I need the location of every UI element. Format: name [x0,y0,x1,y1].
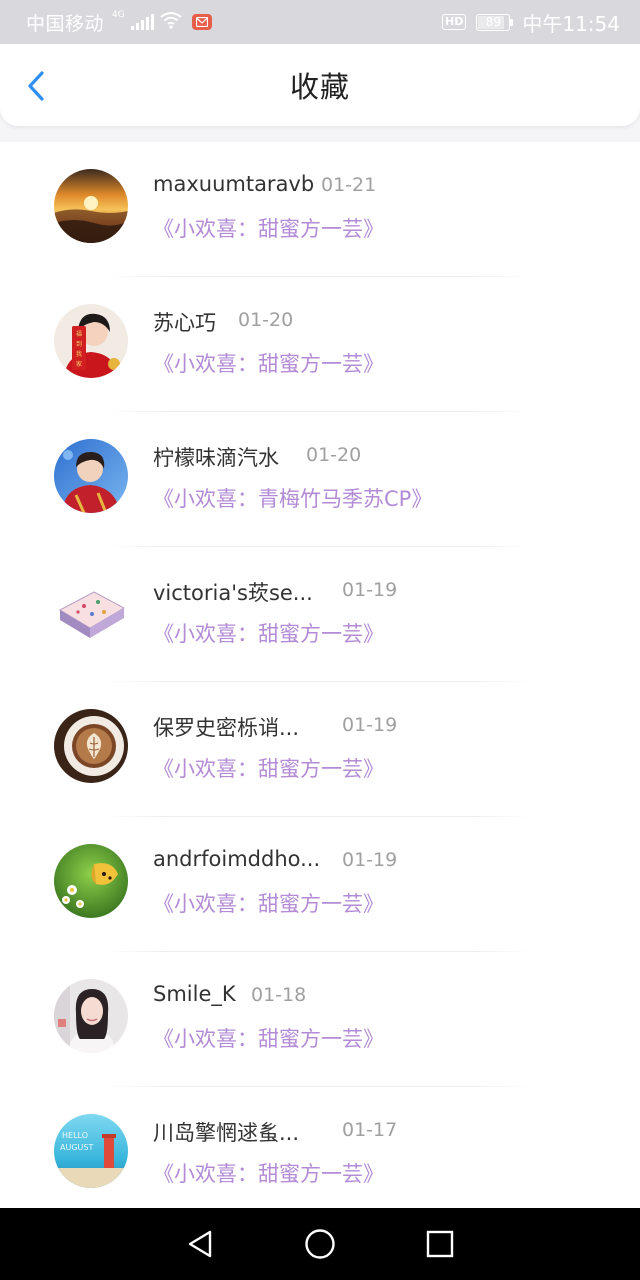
favorite-date: 01-18 [251,984,307,1006]
author-name: 保罗史密栎诮... [153,716,300,740]
author-name: maxuumtaravb [153,172,315,196]
beach-sign-line1: HELLO [62,1131,88,1140]
favorite-item[interactable]: maxuumtaravb 01-21 《小欢喜：甜蜜方一芸》 [0,142,640,277]
nav-back-button[interactable] [178,1222,222,1266]
favorite-item[interactable]: victoria's莰se... 01-19 《小欢喜：甜蜜方一芸》 [0,547,640,682]
recents-square-icon [426,1230,454,1258]
favorite-date: 01-19 [342,714,398,736]
chevron-left-icon [28,71,44,101]
work-title-link[interactable]: 《小欢喜：甜蜜方一芸》 [153,1023,384,1053]
scroll-text-4: 家 [76,360,82,368]
favorite-date: 01-21 [321,174,377,196]
battery-level-text: 89 [485,15,501,29]
favorite-item[interactable]: 福 到 我 家 苏心巧 01-20 《小欢喜：甜蜜方一芸》 [0,277,640,412]
back-button[interactable] [18,66,54,106]
hd-badge: HD [442,14,467,30]
author-name: andrfoimddho... [153,847,321,871]
favorite-date: 01-19 [342,849,398,871]
favorite-item[interactable]: 保罗史密栎诮... 01-19 《小欢喜：甜蜜方一芸》 [0,682,640,817]
work-title-link[interactable]: 《小欢喜：青梅竹马季苏CP》 [153,483,432,513]
avatar[interactable]: 福 到 我 家 [54,304,128,378]
status-bar: 中国移动 4G HD 89 中午11:54 [0,0,640,44]
home-circle-icon [305,1229,335,1259]
status-left: 中国移动 4G [26,9,212,36]
nav-recents-button[interactable] [418,1222,462,1266]
wifi-icon [160,11,182,34]
clock: 中午11:54 [522,11,620,36]
scroll-text-2: 到 [76,341,82,348]
work-title-link[interactable]: 《小欢喜：甜蜜方一芸》 [153,1158,384,1188]
avatar[interactable] [54,169,128,243]
battery-icon: 89 [476,13,514,31]
avatar[interactable] [54,439,128,513]
favorite-date: 01-20 [238,309,294,331]
favorite-item[interactable]: Smile_K 01-18 《小欢喜：甜蜜方一芸》 [0,952,640,1087]
work-title-link[interactable]: 《小欢喜：甜蜜方一芸》 [153,213,384,243]
status-right: HD 89 中午11:54 [442,8,620,37]
author-name: victoria's莰se... [153,581,313,605]
back-triangle-icon [188,1230,212,1258]
author-name: 川岛擎惘逑蚃... [153,1121,300,1145]
avatar[interactable] [54,574,128,648]
favorite-item[interactable]: 柠檬味滴汽水 01-20 《小欢喜：青梅竹马季苏CP》 [0,412,640,547]
favorite-date: 01-20 [306,444,362,466]
favorite-item[interactable]: HELLO AUGUST 川岛擎惘逑蚃... 01-17 《小欢喜：甜蜜方一芸》 [0,1087,640,1208]
work-title-link[interactable]: 《小欢喜：甜蜜方一芸》 [153,753,384,783]
carrier-label: 中国移动 [26,12,105,35]
avatar[interactable] [54,709,128,783]
network-type-label: 4G [112,10,125,20]
mail-icon [191,14,212,30]
favorite-date: 01-19 [342,579,398,601]
scroll-text-1: 福 [76,330,82,338]
favorite-date: 01-17 [342,1119,398,1141]
avatar[interactable] [54,979,128,1053]
author-name: 苏心巧 [153,311,216,335]
work-title-link[interactable]: 《小欢喜：甜蜜方一芸》 [153,888,384,918]
author-name: Smile_K [153,982,236,1006]
favorites-list: maxuumtaravb 01-21 《小欢喜：甜蜜方一芸》 福 到 我 家 苏… [0,142,640,1208]
signal-icon [130,14,154,30]
work-title-link[interactable]: 《小欢喜：甜蜜方一芸》 [153,618,384,648]
system-nav-bar [0,1208,640,1280]
work-title-link[interactable]: 《小欢喜：甜蜜方一芸》 [153,348,384,378]
favorite-item[interactable]: andrfoimddho... 01-19 《小欢喜：甜蜜方一芸》 [0,817,640,952]
avatar[interactable]: HELLO AUGUST [54,1114,128,1188]
app-header: 收藏 [0,44,640,126]
nav-home-button[interactable] [298,1222,342,1266]
avatar[interactable] [54,844,128,918]
author-name: 柠檬味滴汽水 [153,446,279,470]
beach-sign-line2: AUGUST [60,1143,93,1152]
page-title: 收藏 [289,70,350,104]
scroll-text-3: 我 [76,350,82,358]
